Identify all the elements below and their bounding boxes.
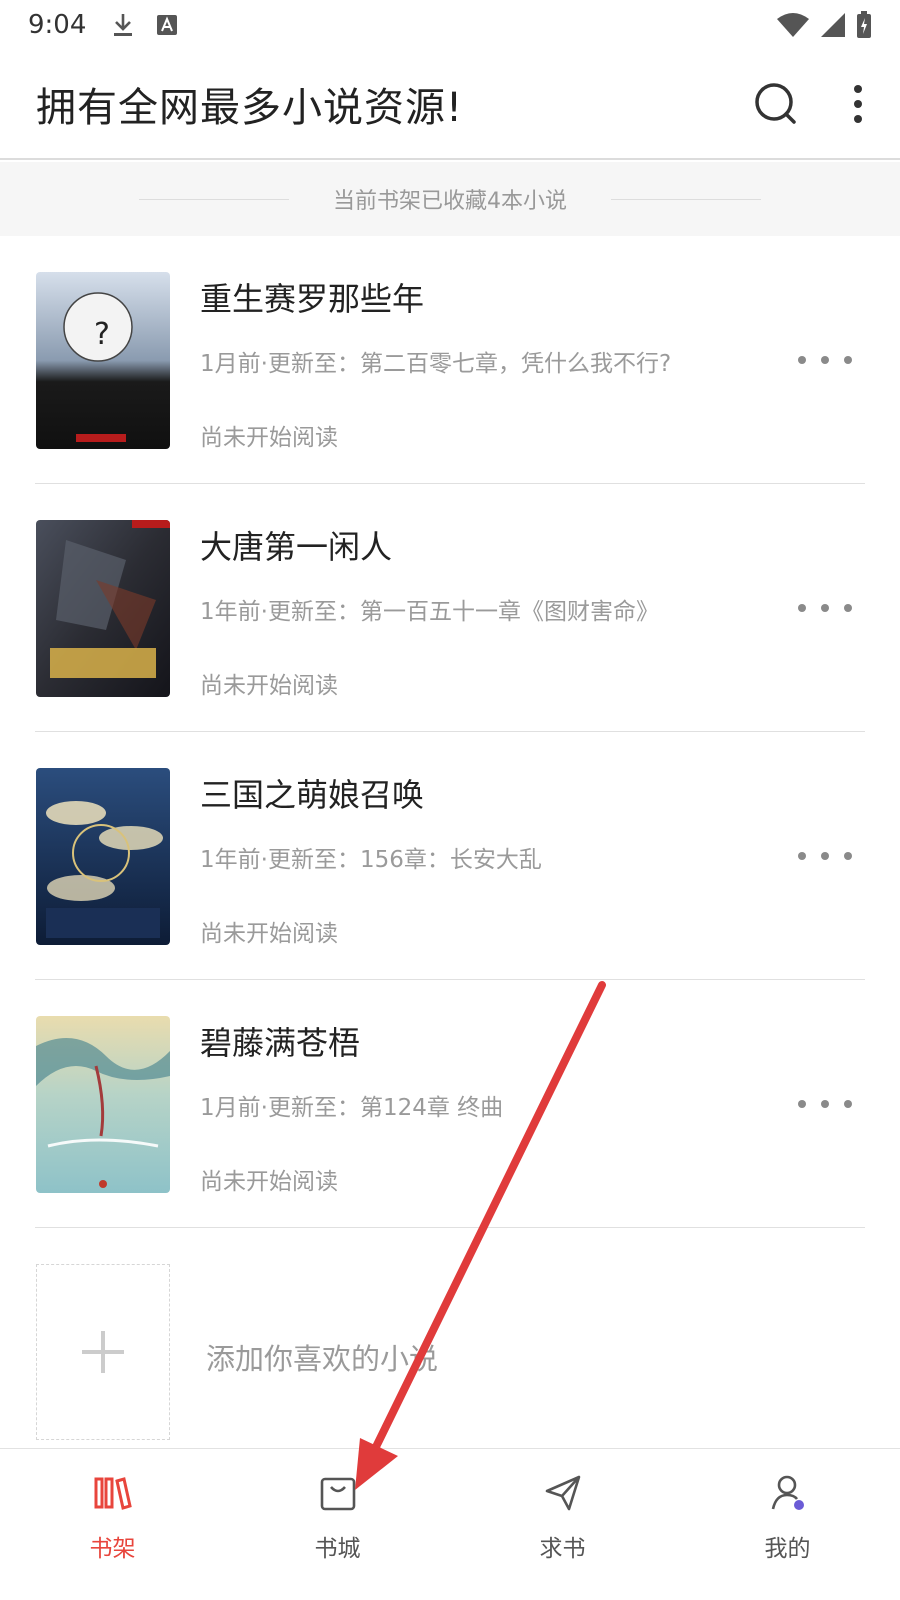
book-update-info: 1年前·更新至：第一百五十一章《图财害命》 <box>200 599 659 625</box>
app-bar: 拥有全网最多小说资源! <box>0 50 900 160</box>
shelf-count-text: 当前书架已收藏4本小说 <box>333 189 567 214</box>
banner-divider-left <box>139 198 289 200</box>
book-title: 碧藤满苍梧 <box>200 1024 361 1062</box>
wifi-icon <box>776 12 810 38</box>
add-book-row: 添加你喜欢的小说 <box>0 1228 900 1448</box>
nav-label: 求书 <box>539 1536 586 1562</box>
more-vert-icon[interactable] <box>852 84 864 124</box>
nav-item-request-book[interactable]: 求书 <box>450 1449 675 1600</box>
more-horiz-icon[interactable] <box>798 596 852 620</box>
book-cover <box>36 768 170 945</box>
status-time: 9:04 <box>28 10 87 40</box>
bottom-nav: 书架 书城 求书 我的 <box>0 1448 900 1600</box>
bookstore-bag-icon <box>318 1473 358 1517</box>
book-title: 大唐第一闲人 <box>200 528 393 566</box>
book-update-info: 1月前·更新至：第二百零七章，凭什么我不行? <box>200 351 672 377</box>
more-horiz-icon[interactable] <box>798 1092 852 1116</box>
book-update-info: 1年前·更新至：156章：长安大乱 <box>200 847 542 873</box>
page-title: 拥有全网最多小说资源! <box>36 85 464 131</box>
book-cover: ? <box>36 272 170 449</box>
book-read-progress: 尚未开始阅读 <box>200 1169 338 1195</box>
book-title: 重生赛罗那些年 <box>200 280 425 318</box>
app-bar-actions <box>754 82 864 126</box>
nav-item-bookstore[interactable]: 书城 <box>225 1449 450 1600</box>
bookshelf-icon <box>93 1473 133 1517</box>
status-notification-icons <box>112 12 178 38</box>
book-list: ? 重生赛罗那些年 1月前·更新至：第二百零七章，凭什么我不行? 尚未开始阅读 … <box>0 236 900 1228</box>
book-item[interactable]: 碧藤满苍梧 1月前·更新至：第124章 终曲 尚未开始阅读 <box>0 980 900 1228</box>
search-icon[interactable] <box>754 82 798 126</box>
status-system-icons <box>776 11 872 39</box>
user-icon <box>768 1473 808 1517</box>
more-horiz-icon[interactable] <box>798 844 852 868</box>
nav-label: 书城 <box>314 1536 361 1562</box>
shelf-count-banner: 当前书架已收藏4本小说 <box>0 162 900 236</box>
book-item[interactable]: 大唐第一闲人 1年前·更新至：第一百五十一章《图财害命》 尚未开始阅读 <box>0 484 900 732</box>
nav-item-mine[interactable]: 我的 <box>675 1449 900 1600</box>
paper-plane-icon <box>543 1473 583 1517</box>
status-bar: 9:04 <box>0 0 900 50</box>
nav-label: 我的 <box>764 1536 811 1562</box>
book-cover <box>36 1016 170 1193</box>
add-book-button[interactable] <box>36 1264 170 1440</box>
nav-item-bookshelf[interactable]: 书架 <box>0 1449 225 1600</box>
book-update-info: 1月前·更新至：第124章 终曲 <box>200 1095 504 1121</box>
more-horiz-icon[interactable] <box>798 348 852 372</box>
battery-charging-icon <box>856 11 872 39</box>
plus-icon <box>82 1331 124 1373</box>
signal-icon <box>820 12 846 38</box>
download-icon <box>112 12 134 38</box>
book-title: 三国之萌娘召唤 <box>200 776 425 814</box>
book-cover <box>36 520 170 697</box>
book-item[interactable]: ? 重生赛罗那些年 1月前·更新至：第二百零七章，凭什么我不行? 尚未开始阅读 <box>0 236 900 484</box>
book-item[interactable]: 三国之萌娘召唤 1年前·更新至：156章：长安大乱 尚未开始阅读 <box>0 732 900 980</box>
add-book-label[interactable]: 添加你喜欢的小说 <box>206 1336 438 1378</box>
book-read-progress: 尚未开始阅读 <box>200 425 338 451</box>
svg-text:?: ? <box>94 317 110 352</box>
banner-divider-right <box>611 198 761 200</box>
book-read-progress: 尚未开始阅读 <box>200 673 338 699</box>
nav-label: 书架 <box>89 1536 136 1562</box>
a-badge-icon <box>156 14 178 36</box>
book-read-progress: 尚未开始阅读 <box>200 921 338 947</box>
